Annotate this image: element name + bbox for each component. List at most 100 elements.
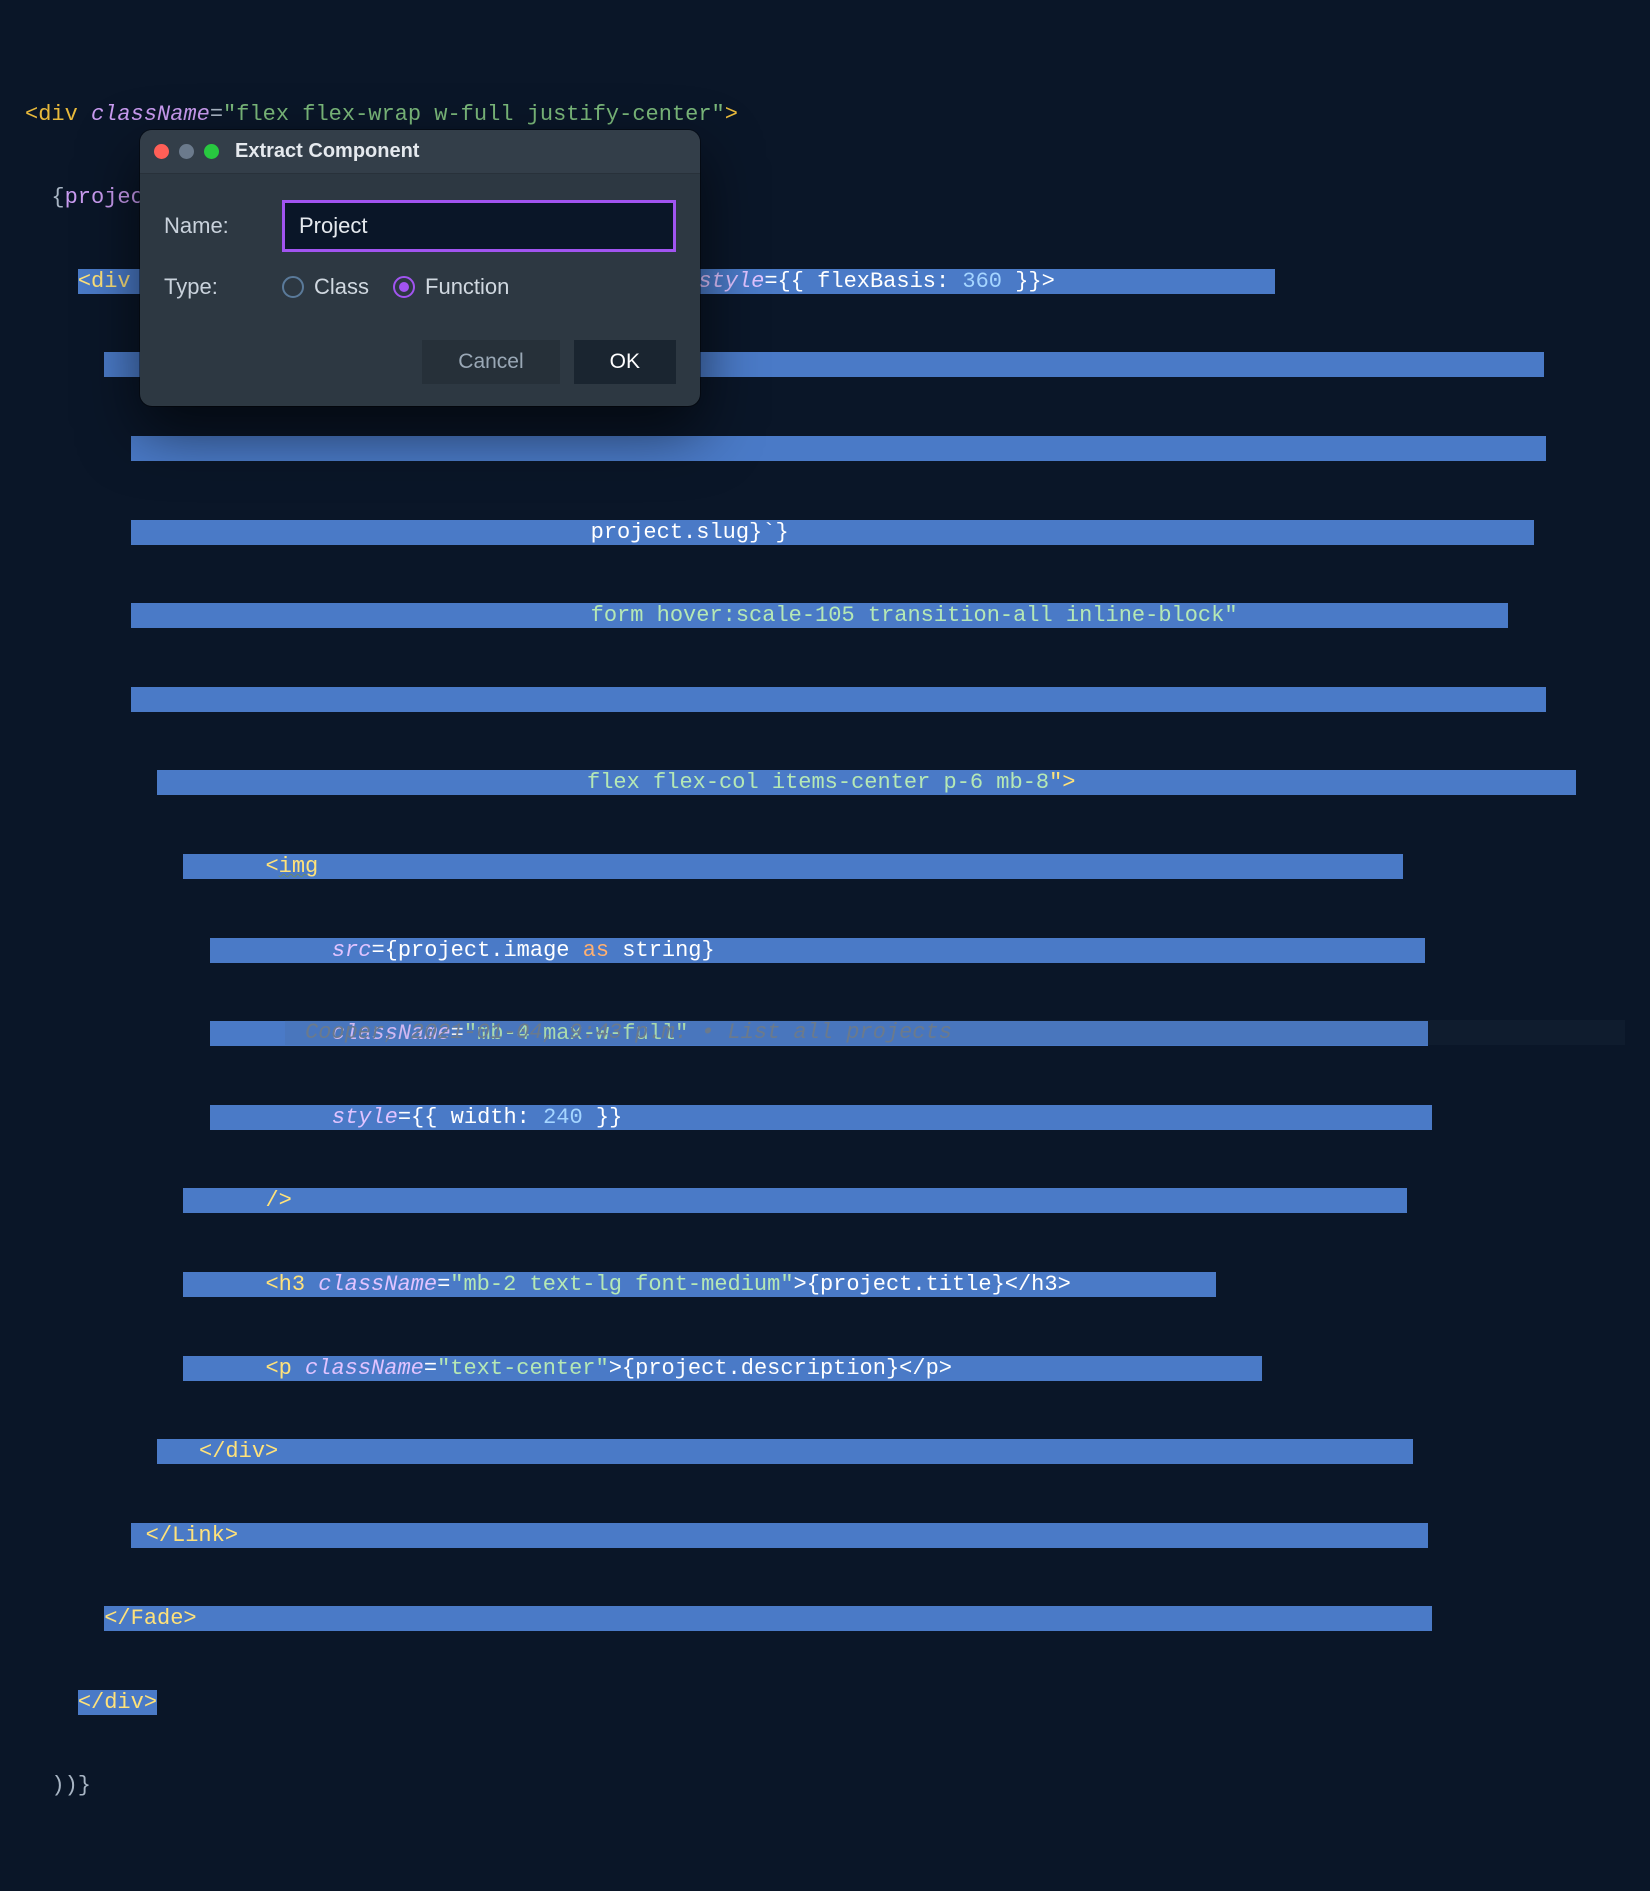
code-line: [25, 428, 1650, 470]
kw-as: as: [583, 938, 609, 963]
eq: =: [437, 1272, 450, 1297]
indent: [25, 1272, 183, 1297]
content: >{project.description}</p>: [609, 1356, 952, 1381]
code-line: [25, 679, 1650, 721]
zoom-window-icon[interactable]: [204, 144, 219, 159]
code-line: <img: [25, 846, 1650, 888]
radio-function[interactable]: Function: [393, 274, 509, 300]
dialog-body: Name: Type: Class Function: [140, 174, 700, 340]
type-radio-group: Class Function: [282, 274, 509, 300]
tag: <div: [78, 269, 144, 294]
name-label: Name:: [164, 213, 264, 239]
code-line: </div>: [25, 1682, 1650, 1724]
close-map: ))}: [25, 1773, 91, 1798]
indent: [25, 352, 104, 377]
content: >{project.title}</h3>: [794, 1272, 1071, 1297]
tag-close: </div>: [199, 1439, 278, 1464]
brace: {: [25, 185, 65, 210]
code-line: />: [25, 1180, 1650, 1222]
radio-icon: [282, 276, 304, 298]
expr: }}: [583, 1105, 623, 1130]
indent: [25, 603, 131, 628]
close-window-icon[interactable]: [154, 144, 169, 159]
indent: [25, 938, 210, 963]
attr: className: [318, 1272, 437, 1297]
tag-close: />: [265, 1188, 291, 1213]
expr: ={{ flexBasis:: [764, 269, 962, 294]
expr: string}: [609, 938, 715, 963]
expr: project.slug}`}: [591, 520, 789, 545]
attr: style: [698, 269, 764, 294]
code-line: </Fade>: [25, 1598, 1650, 1640]
number: 360: [962, 269, 1002, 294]
attr: style: [332, 1105, 398, 1130]
indent: [25, 687, 131, 712]
dialog-buttons: Cancel OK: [140, 340, 700, 406]
indent: [25, 770, 157, 795]
window-controls: [154, 144, 219, 159]
indent: [25, 1523, 131, 1548]
tag-close: </div>: [78, 1690, 157, 1715]
tag-open: <div: [25, 102, 91, 127]
expr: ={project.image: [371, 938, 582, 963]
name-row: Name:: [164, 200, 676, 252]
dialog-title: Extract Component: [235, 140, 419, 163]
indent: [25, 269, 78, 294]
code-line: ))}: [25, 1765, 1650, 1807]
code-line: </div>: [25, 1431, 1650, 1473]
eq: =: [210, 102, 223, 127]
code-line: <h3 className="mb-2 text-lg font-medium"…: [25, 1264, 1650, 1306]
radio-class-label: Class: [314, 274, 369, 300]
indent: [25, 1439, 157, 1464]
code-line: <p className="text-center">{project.desc…: [25, 1348, 1650, 1390]
code-line: form hover:scale-105 transition-all inli…: [25, 595, 1650, 637]
indent: [25, 436, 131, 461]
type-row: Type: Class Function: [164, 274, 676, 300]
code-line: style={{ width: 240 }}: [25, 1097, 1650, 1139]
radio-class[interactable]: Class: [282, 274, 369, 300]
indent: [25, 1021, 210, 1046]
attr: className: [305, 1356, 424, 1381]
ok-button[interactable]: OK: [574, 340, 676, 384]
code-line: flex flex-col items-center p-6 mb-8">: [25, 762, 1650, 804]
type-label: Type:: [164, 274, 264, 300]
indent: [25, 1690, 78, 1715]
string: "mb-2 text-lg font-medium": [450, 1272, 793, 1297]
end: }}>: [1002, 269, 1055, 294]
eq: =: [424, 1356, 437, 1381]
lt: <: [265, 854, 278, 879]
string: flex flex-col items-center p-6 mb-8: [587, 770, 1049, 795]
radio-icon: [393, 276, 415, 298]
number: 240: [543, 1105, 583, 1130]
indent: [25, 854, 183, 879]
code-line: project.slug}`}: [25, 512, 1650, 554]
code-line: </Link>: [25, 1515, 1650, 1557]
component-name-input[interactable]: [282, 200, 676, 252]
tag-close: </Fade>: [104, 1606, 196, 1631]
tag-close: </Link>: [146, 1523, 238, 1548]
attr: className: [91, 102, 210, 127]
cancel-button[interactable]: Cancel: [422, 340, 559, 384]
dialog-titlebar[interactable]: Extract Component: [140, 130, 700, 174]
indent: [25, 1606, 104, 1631]
tag-close: >: [725, 102, 738, 127]
tag: <p: [265, 1356, 305, 1381]
indent: [25, 1105, 210, 1130]
tag: <h3: [265, 1272, 318, 1297]
minimize-window-icon[interactable]: [179, 144, 194, 159]
expr: ={{ width:: [398, 1105, 543, 1130]
radio-dot-icon: [399, 282, 409, 292]
code-line: src={project.image as string}: [25, 930, 1650, 972]
string: "flex flex-wrap w-full justify-center": [223, 102, 725, 127]
git-blame-annotation: Cooper, 2021-01-04, 9:43 p.m. • List all…: [285, 1020, 1625, 1045]
tag-close: ">: [1049, 770, 1075, 795]
attr: src: [332, 938, 372, 963]
string: form hover:scale-105 transition-all inli…: [591, 603, 1238, 628]
indent: [25, 1188, 183, 1213]
string: "text-center": [437, 1356, 609, 1381]
indent: [25, 1356, 183, 1381]
extract-component-dialog: Extract Component Name: Type: Class Func…: [140, 130, 700, 406]
img-tag: img: [279, 854, 319, 879]
indent: [25, 520, 131, 545]
radio-function-label: Function: [425, 274, 509, 300]
